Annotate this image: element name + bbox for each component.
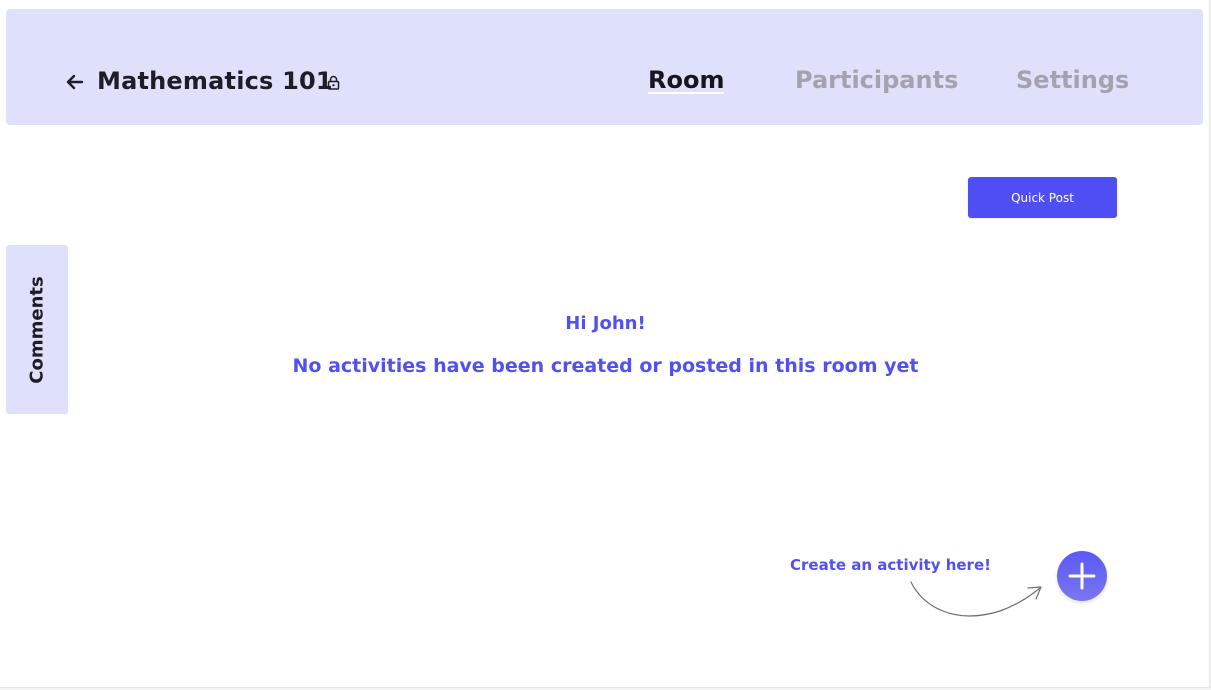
room-page: Mathematics 101 Room Participants Settin… xyxy=(0,0,1210,688)
arrow-left-icon[interactable] xyxy=(64,69,86,95)
create-activity-hint: Create an activity here! xyxy=(790,556,991,574)
greeting-text: Hi John! xyxy=(565,313,646,334)
lock-icon xyxy=(327,75,340,90)
quick-post-button[interactable]: Quick Post xyxy=(968,177,1117,218)
curved-arrow-icon xyxy=(910,581,1042,617)
tab-participants[interactable]: Participants xyxy=(795,66,958,94)
empty-state-message: No activities have been created or poste… xyxy=(292,355,919,377)
room-title: Mathematics 101 xyxy=(97,67,333,95)
add-activity-button[interactable] xyxy=(1057,551,1107,601)
tab-room[interactable]: Room xyxy=(648,66,725,94)
plus-icon xyxy=(1068,562,1096,590)
room-header: Mathematics 101 Room Participants Settin… xyxy=(6,9,1203,125)
tab-settings[interactable]: Settings xyxy=(1016,66,1129,94)
